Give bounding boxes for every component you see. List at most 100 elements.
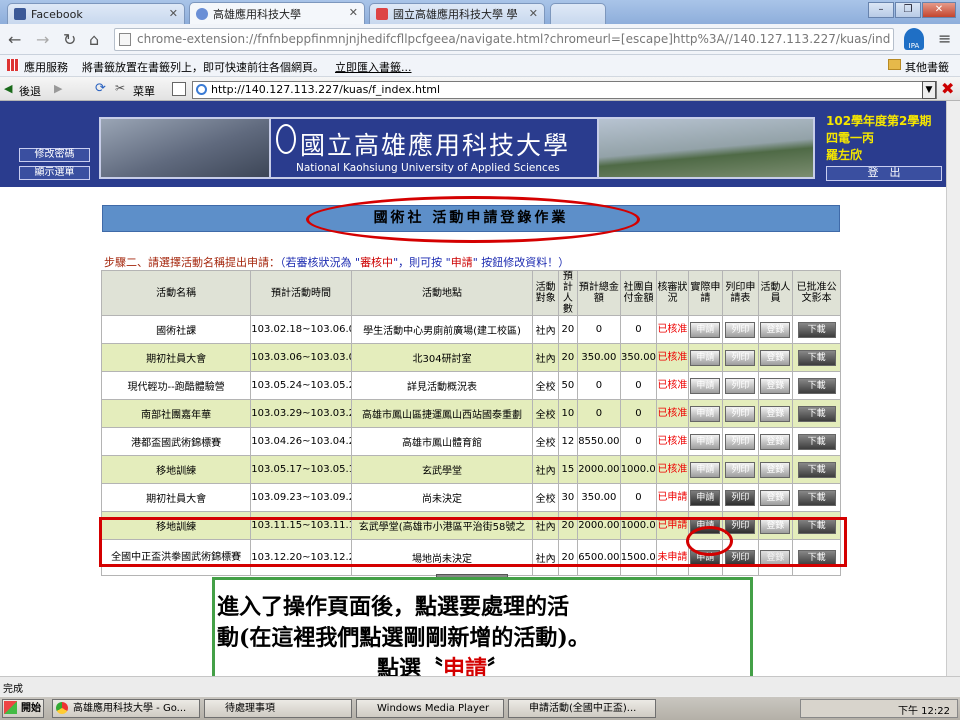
close-icon[interactable]: ✕ xyxy=(169,7,178,20)
home-icon[interactable]: ⌂ xyxy=(89,30,99,49)
column-header: 預計活動時間 xyxy=(250,270,352,316)
activity-name: 期初社員大會 xyxy=(100,483,252,512)
activity-time: 103.03.29~103.03.29 xyxy=(250,399,352,428)
close-icon[interactable]: ✕ xyxy=(529,7,538,20)
table-row: 現代輕功--跑酷體驗營 103.05.24~103.05.24 詳見活動概況表 全校 5… xyxy=(100,371,841,400)
download-button[interactable]: 下載 xyxy=(797,461,836,478)
review-status: 已核准 xyxy=(656,427,689,456)
import-bookmarks-link[interactable]: 立即匯入書籤... xyxy=(335,59,412,75)
action-cell: 下載 xyxy=(792,455,841,484)
tools-icon[interactable]: ✂ xyxy=(115,81,125,95)
print-button[interactable]: 列印 xyxy=(725,349,756,366)
close-icon[interactable]: ✕ xyxy=(349,6,358,19)
staff-button[interactable]: 登錄 xyxy=(760,433,791,450)
staff-button[interactable]: 登錄 xyxy=(760,349,791,366)
table-row: 港都盃國武術錦標賽 103.04.26~103.04.27 高雄市鳳山體育館 全校 12… xyxy=(100,427,841,456)
show-menu-button[interactable]: 顯示選單 xyxy=(19,166,90,180)
staff-button[interactable]: 登錄 xyxy=(760,461,791,478)
apply-button[interactable]: 申請 xyxy=(690,461,721,478)
refresh-icon[interactable]: ⟳ xyxy=(95,81,106,96)
callout-line: 進入了操作頁面後，點選要處理的活 xyxy=(217,594,570,620)
folder-icon xyxy=(888,59,901,70)
action-cell: 申請 xyxy=(687,427,724,456)
print-button[interactable]: 列印 xyxy=(725,405,756,422)
close-icon[interactable]: ✖ xyxy=(941,79,954,98)
taskbar-item-chrome[interactable]: 高雄應用科技大學 - Go... xyxy=(52,699,200,718)
dropdown-icon[interactable]: ▼ xyxy=(922,81,936,99)
staff-button[interactable]: 登錄 xyxy=(760,405,791,422)
print-button[interactable]: 列印 xyxy=(725,377,756,394)
back-button[interactable]: 後退 xyxy=(19,83,41,99)
apply-button[interactable]: 申請 xyxy=(690,321,721,338)
activity-self-pay: 0 xyxy=(619,483,658,512)
download-button[interactable]: 下載 xyxy=(797,489,836,506)
action-cell: 列印 xyxy=(722,455,759,484)
tab-kuas[interactable]: 高雄應用科技大學 ✕ xyxy=(189,2,365,24)
taskbar-item-ppt[interactable]: 申請活動(全國中正盃)... xyxy=(508,699,656,718)
other-bookmarks[interactable]: 其他書籤 xyxy=(905,59,949,75)
apply-button[interactable]: 申請 xyxy=(690,433,721,450)
tab-facebook[interactable]: Facebook ✕ xyxy=(7,3,185,24)
scrollbar[interactable] xyxy=(946,101,960,676)
action-cell: 下載 xyxy=(792,427,841,456)
action-cell: 登錄 xyxy=(757,315,794,344)
action-cell: 登錄 xyxy=(757,455,794,484)
activity-target: 全校 xyxy=(532,399,559,428)
step-instruction: 步驟二、請選擇活動名稱提出申請：（若審核狀況為 "審核中"，則可按 "申請" 按… xyxy=(104,254,569,270)
logout-button[interactable]: 登 出 xyxy=(826,166,942,181)
staff-button[interactable]: 登錄 xyxy=(760,321,791,338)
print-button[interactable]: 列印 xyxy=(725,489,756,506)
university-name-en: National Kaohsiung University of Applied… xyxy=(296,162,560,174)
print-button[interactable]: 列印 xyxy=(725,433,756,450)
activity-place: 詳見活動概況表 xyxy=(350,371,534,400)
forward-icon[interactable]: ▶ xyxy=(54,82,62,95)
action-cell: 下載 xyxy=(792,483,841,512)
close-window-button[interactable]: ✕ xyxy=(922,2,956,18)
ie-icon xyxy=(196,84,207,95)
ie-url-input[interactable]: http://140.127.113.227/kuas/f_index.html xyxy=(192,81,937,99)
action-cell: 登錄 xyxy=(757,343,794,372)
print-button[interactable]: 列印 xyxy=(725,461,756,478)
review-status: 已核准 xyxy=(656,455,689,484)
apply-button[interactable]: 申請 xyxy=(690,377,721,394)
download-button[interactable]: 下載 xyxy=(797,349,836,366)
menu-button[interactable]: 菜單 xyxy=(133,83,155,99)
apps-link[interactable]: 應用服務 xyxy=(24,59,68,75)
staff-button[interactable]: 登錄 xyxy=(760,489,791,506)
action-cell: 下載 xyxy=(792,315,841,344)
download-button[interactable]: 下載 xyxy=(797,377,836,394)
activity-place: 玄武學堂 xyxy=(350,455,534,484)
ipa-extension-icon[interactable]: IPA xyxy=(904,28,924,50)
taskbar-item-media[interactable]: Windows Media Player xyxy=(356,699,504,718)
action-cell: 登錄 xyxy=(757,399,794,428)
tab-kuas-2[interactable]: 國立高雄應用科技大學 學 ✕ xyxy=(369,3,545,24)
taskbar-item-todo[interactable]: 待處理事項 xyxy=(204,699,352,718)
reload-icon[interactable]: ↻ xyxy=(63,30,76,49)
back-arrow-icon[interactable]: ← xyxy=(8,30,21,49)
action-cell: 列印 xyxy=(722,399,759,428)
back-icon[interactable]: ◀ xyxy=(4,82,12,95)
apply-button[interactable]: 申請 xyxy=(690,349,721,366)
menu-icon[interactable]: ≡ xyxy=(938,29,951,48)
staff-button[interactable]: 登錄 xyxy=(760,377,791,394)
minimize-button[interactable]: – xyxy=(868,2,894,18)
download-button[interactable]: 下載 xyxy=(797,433,836,450)
maximize-button[interactable]: ❐ xyxy=(895,2,921,18)
change-password-button[interactable]: 修改密碼 xyxy=(19,148,90,162)
print-button[interactable]: 列印 xyxy=(725,321,756,338)
activity-name: 國術社課 xyxy=(100,315,252,344)
url-input[interactable]: chrome-extension://fnfnbeppfinmnjnjhedif… xyxy=(114,28,894,51)
activity-name: 現代輕功--跑酷體驗營 xyxy=(100,371,252,400)
column-header: 活動地點 xyxy=(350,270,534,316)
semester-label: 102學年度第2學期 xyxy=(826,114,932,128)
download-button[interactable]: 下載 xyxy=(797,405,836,422)
apply-button[interactable]: 申請 xyxy=(690,489,721,506)
forward-arrow-icon[interactable]: → xyxy=(36,30,49,49)
column-header: 預計人數 xyxy=(557,270,579,316)
activity-target: 全校 xyxy=(532,371,559,400)
download-button[interactable]: 下載 xyxy=(797,321,836,338)
new-tab-button[interactable] xyxy=(550,3,606,24)
apply-button[interactable]: 申請 xyxy=(690,405,721,422)
review-status: 已核准 xyxy=(656,343,689,372)
action-cell: 列印 xyxy=(722,371,759,400)
